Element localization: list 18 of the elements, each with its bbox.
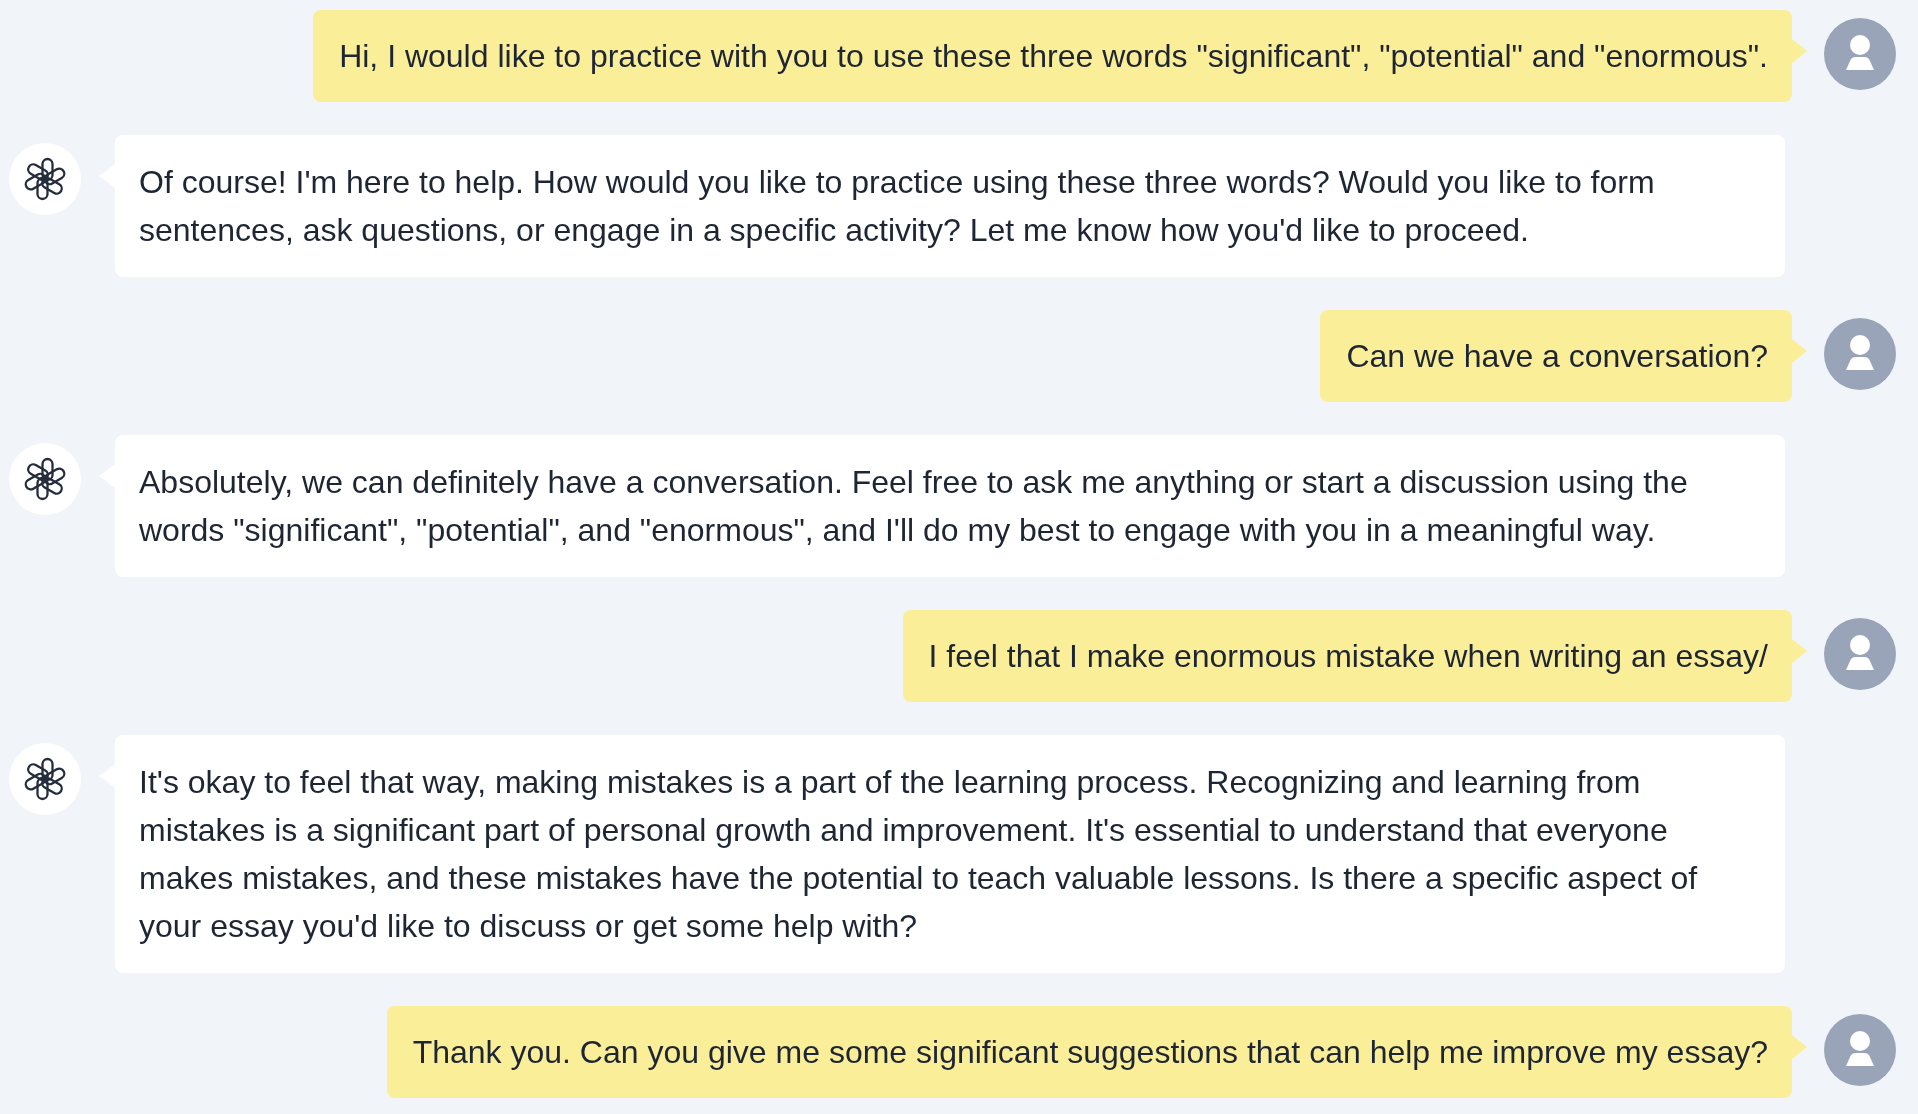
person-avatar-icon bbox=[1824, 318, 1896, 390]
user-message: I feel that I make enormous mistake when writing an essay/ bbox=[902, 610, 1792, 702]
bubble-tail-icon bbox=[1792, 639, 1807, 663]
assistant-message: Of course! I'm here to help. How would you like to practice using these three words? Would you like to form sentences, ask questions, or engage in a specific activity? Let me know how you'd like to proceed. bbox=[115, 135, 1785, 277]
person-avatar-icon bbox=[1824, 18, 1896, 90]
user-message: Can we have a conversation? bbox=[1320, 310, 1792, 402]
user-message: Hi, I would like to practice with you to use these three words "significant", "potential" and "enormous". bbox=[313, 10, 1792, 102]
knot-logo-icon bbox=[9, 143, 81, 215]
bubble-tail-icon bbox=[1792, 1035, 1807, 1059]
user-message: Thank you. Can you give me some significant suggestions that can help me improve my essay? bbox=[386, 1006, 1792, 1098]
knot-logo-icon bbox=[9, 443, 81, 515]
knot-logo-icon bbox=[9, 743, 81, 815]
assistant-message: Absolutely, we can definitely have a conversation. Feel free to ask me anything or start a discussion using the words "significant", "potential", and "enormous", and I'll do my best to engage with you in a meaningful way. bbox=[115, 435, 1785, 577]
assistant-message: It's okay to feel that way, making mistakes is a part of the learning process. Recognizing and learning from mistakes is a significant part of personal growth and improvement. It's essential to understand that everyone makes mistakes, and these mistakes have the potential to teach valuable lessons. Is there a specific aspect of your essay you'd like to discuss or get some help with? bbox=[115, 735, 1785, 973]
person-avatar-icon bbox=[1824, 618, 1896, 690]
person-avatar-icon bbox=[1824, 1014, 1896, 1086]
bubble-tail-icon bbox=[1792, 39, 1807, 63]
bubble-tail-icon bbox=[1792, 339, 1807, 363]
